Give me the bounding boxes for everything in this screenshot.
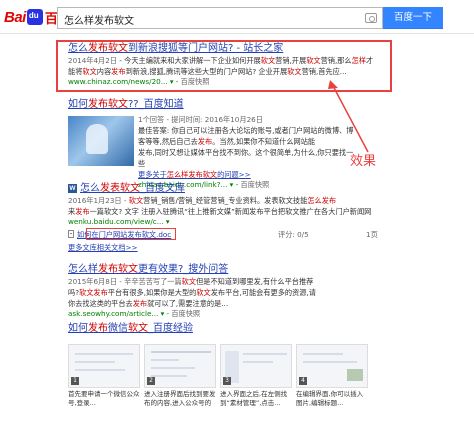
step-number-3: 3	[223, 377, 231, 385]
result-item-3: W 怎么发表软文_百度文库 2016年1月23日 - 软文营销_销售/营销_经管营…	[68, 182, 398, 226]
result-abstract-4: 2015年6月8日 - 辛辛苦苦写了一篇软文但是不知道到哪里发,有什么平台推荐 …	[68, 277, 316, 308]
result-abstract-3: 2016年1月23日 - 软文营销_销售/营销_经管营销_专业资料。发表软文技能…	[68, 196, 372, 216]
search-box[interactable]: 怎么样发布软文	[57, 7, 383, 29]
step-image-1: 1	[68, 344, 140, 388]
effect-label: 效果	[350, 154, 377, 169]
step-card-2[interactable]: 2 进入注册界面后找到要发布的内容,进入公众号的界面	[144, 344, 216, 408]
result-title-2[interactable]: 如何发布软文??_百度知道	[68, 98, 184, 111]
result-thumbnail-2[interactable]	[68, 116, 134, 166]
result-title-4[interactable]: 怎么样发布软文更有效果?_搜外问答	[68, 263, 398, 276]
step-text-2: 进入注册界面后找到要发布的内容,进入公众号的界面	[144, 390, 216, 407]
paw-icon	[26, 9, 43, 25]
doc-score: 评分: 0/5	[278, 230, 309, 239]
result-title-3[interactable]: W 怎么发表软文_百度文库	[68, 182, 398, 195]
doc-highlight-box	[86, 228, 176, 240]
snapshot-link-4[interactable]: 百度快照	[171, 309, 200, 318]
result-url-4[interactable]: ask.seowhy.com/article... ▾ - 百度快照	[68, 309, 398, 319]
result-item-2: 如何发布软文??_百度知道	[68, 98, 184, 111]
step-image-2: 2	[144, 344, 216, 388]
top-bar: Bai 百度 怎么样发布软文 百度一下	[0, 0, 474, 34]
result-item-5: 如何发布微信软文_百度经验	[68, 322, 193, 335]
result-url-3[interactable]: wenku.baidu.com/view/c... ▾	[68, 217, 398, 226]
answer-meta: 1个回答 - 提问时间: 2016年10月26日	[138, 115, 263, 124]
step-card-3[interactable]: 3 进入界面之后,在左侧找到“素材管理”,点击...	[220, 344, 292, 408]
step-text-1: 首先要申请一个微信公众号,登录...	[68, 390, 140, 407]
best-answer-line-2: 客等等,然后自己去发布。当然,如果你不知道什么网站能	[138, 137, 316, 146]
word-doc-icon: W	[68, 184, 77, 193]
person-image	[86, 124, 108, 154]
step-text-3: 进入界面之后,在左侧找到“素材管理”,点击...	[220, 390, 288, 407]
highlight-box	[56, 40, 392, 92]
search-input[interactable]: 怎么样发布软文	[64, 12, 134, 27]
best-answer-line-1: 最佳答案: 你自己可以注册各大论坛的账号,或者门户网站的微博、博	[138, 126, 354, 135]
more-docs-link[interactable]: 更多文库相关文档>>	[68, 243, 138, 253]
step-number-1: 1	[71, 377, 79, 385]
step-number-4: 4	[299, 377, 307, 385]
result-item-4: 怎么样发布软文更有效果?_搜外问答 2015年6月8日 - 辛辛苦苦写了一篇软文…	[68, 263, 398, 319]
search-button[interactable]: 百度一下	[383, 7, 443, 29]
result-abstract-2: 1个回答 - 提问时间: 2016年10月26日 最佳答案: 你自己可以注册各大…	[138, 114, 358, 190]
step-text-4: 在编辑界面,你可以插入图片,编辑标题...	[296, 390, 364, 407]
camera-icon[interactable]	[365, 13, 377, 23]
doc-icon	[68, 230, 74, 238]
step-number-2: 2	[147, 377, 155, 385]
best-answer-line-3: 发布,同时又想让媒体平台找不到你。这个很简单,为什么,你只要找一些	[138, 148, 354, 168]
step-card-1[interactable]: 1 首先要申请一个微信公众号,登录...	[68, 344, 140, 408]
result-title-5[interactable]: 如何发布微信软文_百度经验	[68, 322, 193, 335]
experience-steps: 1 首先要申请一个微信公众号,登录... 2 进入注册界面后找到要发布的内容,进…	[68, 344, 368, 414]
more-questions-link[interactable]: 更多关于怎么样发布软文的问题>>	[138, 169, 358, 180]
logo-bai-text: Bai	[4, 8, 26, 26]
step-card-4[interactable]: 4 在编辑界面,你可以插入图片,编辑标题...	[296, 344, 368, 408]
step-image-3: 3	[220, 344, 292, 388]
step-image-4: 4	[296, 344, 368, 388]
doc-pages: 1页	[366, 230, 378, 239]
